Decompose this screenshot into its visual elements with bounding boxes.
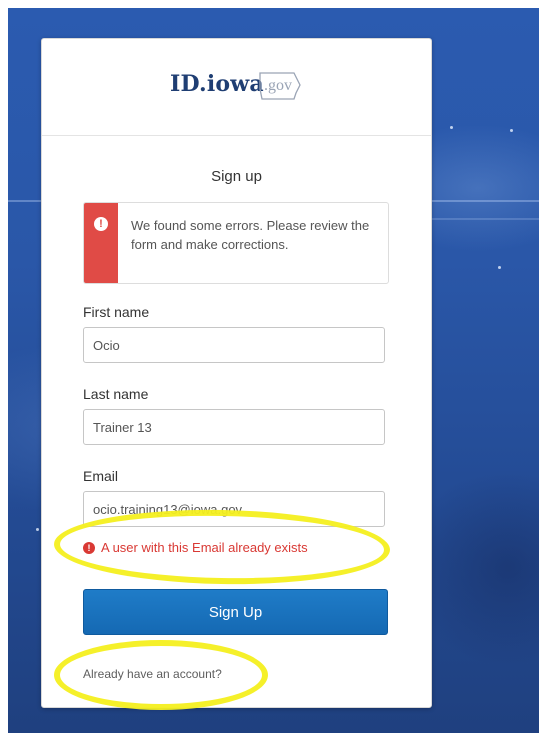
page-title: Sign up bbox=[211, 168, 262, 185]
bg-light-dot bbox=[498, 266, 501, 269]
exclamation-circle-icon: ! bbox=[83, 541, 95, 554]
last-name-label: Last name bbox=[83, 386, 149, 402]
logo-suffix: .gov bbox=[264, 77, 292, 94]
email-label: Email bbox=[83, 468, 119, 484]
logo-header: ID.iowa .gov bbox=[42, 39, 431, 136]
alert-accent-bar: ! bbox=[84, 203, 118, 283]
first-name-input[interactable] bbox=[83, 327, 385, 363]
alert-message: We found some errors. Please review the … bbox=[131, 218, 370, 252]
signup-card: ID.iowa .gov Sign up ! We found some err… bbox=[41, 38, 432, 708]
already-have-account-link[interactable]: Already have an account? bbox=[83, 667, 222, 681]
bg-light-dot bbox=[510, 129, 513, 132]
last-name-input[interactable] bbox=[83, 409, 385, 445]
exclamation-circle-icon: ! bbox=[94, 217, 108, 231]
bg-light-dot bbox=[36, 528, 39, 531]
email-input[interactable] bbox=[83, 491, 385, 527]
first-name-label: First name bbox=[83, 304, 150, 320]
sign-up-button[interactable]: Sign Up bbox=[83, 589, 388, 635]
error-alert: ! We found some errors. Please review th… bbox=[83, 202, 389, 284]
id-iowa-logo: ID.iowa .gov bbox=[170, 71, 310, 105]
bg-light-dot bbox=[450, 126, 453, 129]
email-error-text: A user with this Email already exists bbox=[101, 540, 308, 555]
email-error-message: ! A user with this Email already exists bbox=[83, 540, 308, 555]
logo-text: ID.iowa bbox=[170, 71, 264, 97]
